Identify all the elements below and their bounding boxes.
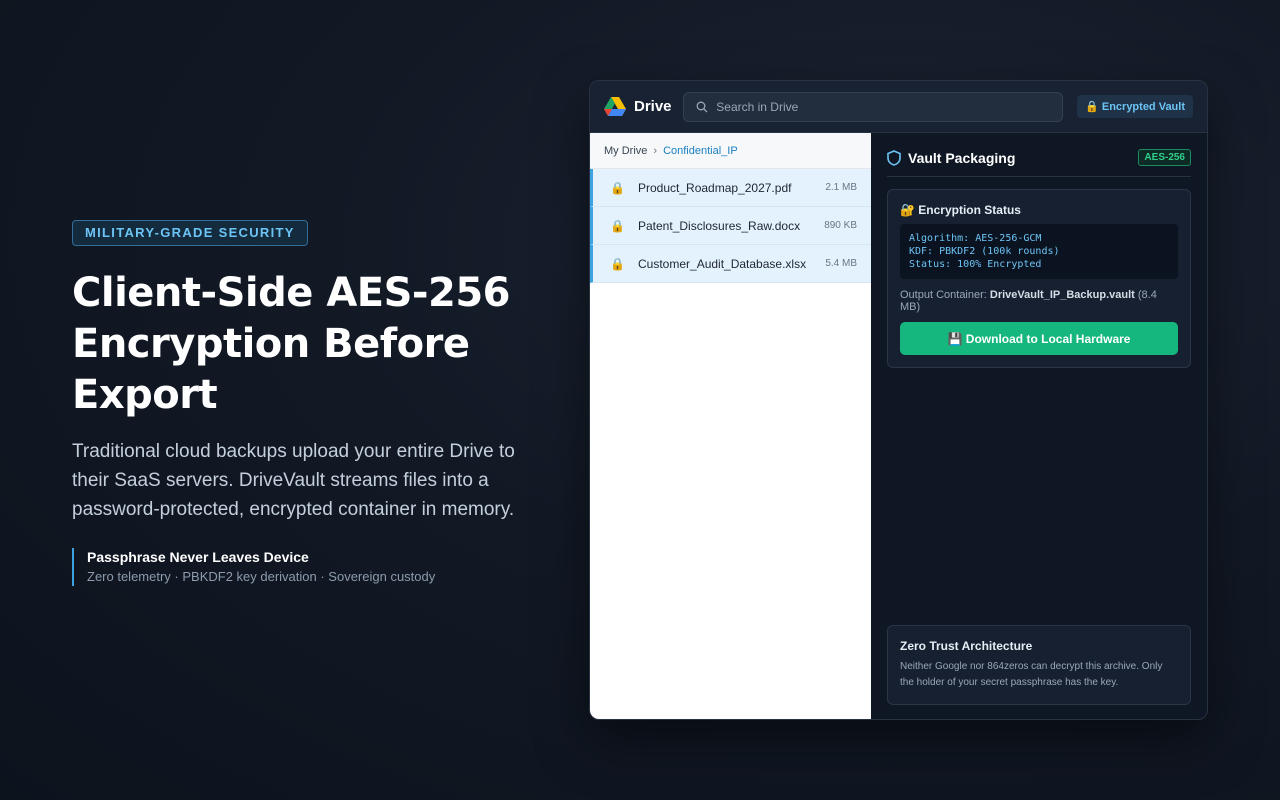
hero-description: Traditional cloud backups upload your en…	[72, 441, 515, 520]
code-line-kdf: KDF: PBKDF2 (100k rounds)	[909, 246, 1060, 257]
panel-header: Vault Packaging AES-256	[887, 149, 1191, 177]
breadcrumb: My Drive › Confidential_IP	[590, 133, 871, 169]
file-size: 890 KB	[824, 220, 857, 231]
lock-icon: 🔒	[610, 256, 625, 271]
output-label: Output Container:	[900, 289, 987, 301]
code-line-status: Status: 100% Encrypted	[909, 259, 1042, 270]
vault-packaging-panel: Vault Packaging AES-256 🔐 Encryption Sta…	[871, 133, 1207, 719]
breadcrumb-my-drive[interactable]: My Drive	[604, 145, 647, 157]
lock-icon: 🔒	[610, 218, 625, 233]
panel-title: Vault Packaging	[908, 149, 1016, 166]
file-row[interactable]: 🔒 Patent_Disclosures_Raw.docx 890 KB	[590, 207, 871, 245]
file-row[interactable]: 🔒 Product_Roadmap_2027.pdf 2.1 MB	[590, 169, 871, 207]
feature-callout: Passphrase Never Leaves Device Zero tele…	[72, 548, 542, 586]
file-name: Product_Roadmap_2027.pdf	[638, 180, 792, 195]
file-size: 2.1 MB	[825, 182, 857, 193]
brand[interactable]: Drive	[604, 96, 683, 117]
breadcrumb-separator: ›	[653, 144, 658, 157]
zero-trust-text: Neither Google nor 864zeros can decrypt …	[900, 661, 1163, 688]
search-icon	[696, 101, 708, 112]
drive-logo-icon	[604, 96, 626, 116]
encryption-details: Algorithm: AES-256-GCM KDF: PBKDF2 (100k…	[900, 224, 1178, 279]
file-name: Patent_Disclosures_Raw.docx	[638, 218, 801, 233]
feature-title: Passphrase Never Leaves Device	[87, 549, 309, 565]
encryption-status-title: 🔐 Encryption Status	[900, 203, 1021, 217]
security-badge: MILITARY-GRADE SECURITY	[72, 220, 308, 246]
breadcrumb-current[interactable]: Confidential_IP	[663, 145, 738, 157]
file-list-pane: My Drive › Confidential_IP 🔒 Product_Roa…	[590, 133, 871, 719]
top-bar: Drive 🔒 Encrypted Vault	[590, 81, 1207, 133]
file-name: Customer_Audit_Database.xlsx	[638, 256, 807, 271]
shield-icon	[887, 149, 901, 166]
encryption-status-card: 🔐 Encryption Status Algorithm: AES-256-G…	[887, 189, 1191, 368]
code-line-algorithm: Algorithm: AES-256-GCM	[909, 233, 1042, 244]
file-row[interactable]: 🔒 Customer_Audit_Database.xlsx 5.4 MB	[590, 245, 871, 283]
hero-section: MILITARY-GRADE SECURITY Client-Side AES-…	[72, 220, 542, 586]
encrypted-vault-badge: 🔒 Encrypted Vault	[1077, 95, 1193, 118]
zero-trust-card: Zero Trust Architecture Neither Google n…	[887, 625, 1191, 705]
hero-headline: Client-Side AES-256 Encryption Before Ex…	[72, 270, 511, 418]
download-button[interactable]: 💾 Download to Local Hardware	[900, 322, 1178, 355]
search-input[interactable]	[716, 99, 1047, 114]
brand-name: Drive	[634, 98, 672, 115]
zero-trust-title: Zero Trust Architecture	[900, 639, 1033, 653]
feature-subtitle: Zero telemetry · PBKDF2 key derivation ·…	[87, 569, 436, 584]
search-box[interactable]	[683, 91, 1064, 122]
output-filename: DriveVault_IP_Backup.vault	[989, 289, 1135, 301]
output-container-info: Output Container: DriveVault_IP_Backup.v…	[900, 289, 1178, 313]
file-size: 5.4 MB	[825, 258, 857, 269]
aes-badge: AES-256	[1138, 149, 1191, 166]
lock-icon: 🔒	[610, 180, 625, 195]
app-window: Drive 🔒 Encrypted Vault My Drive › Confi…	[589, 80, 1208, 720]
